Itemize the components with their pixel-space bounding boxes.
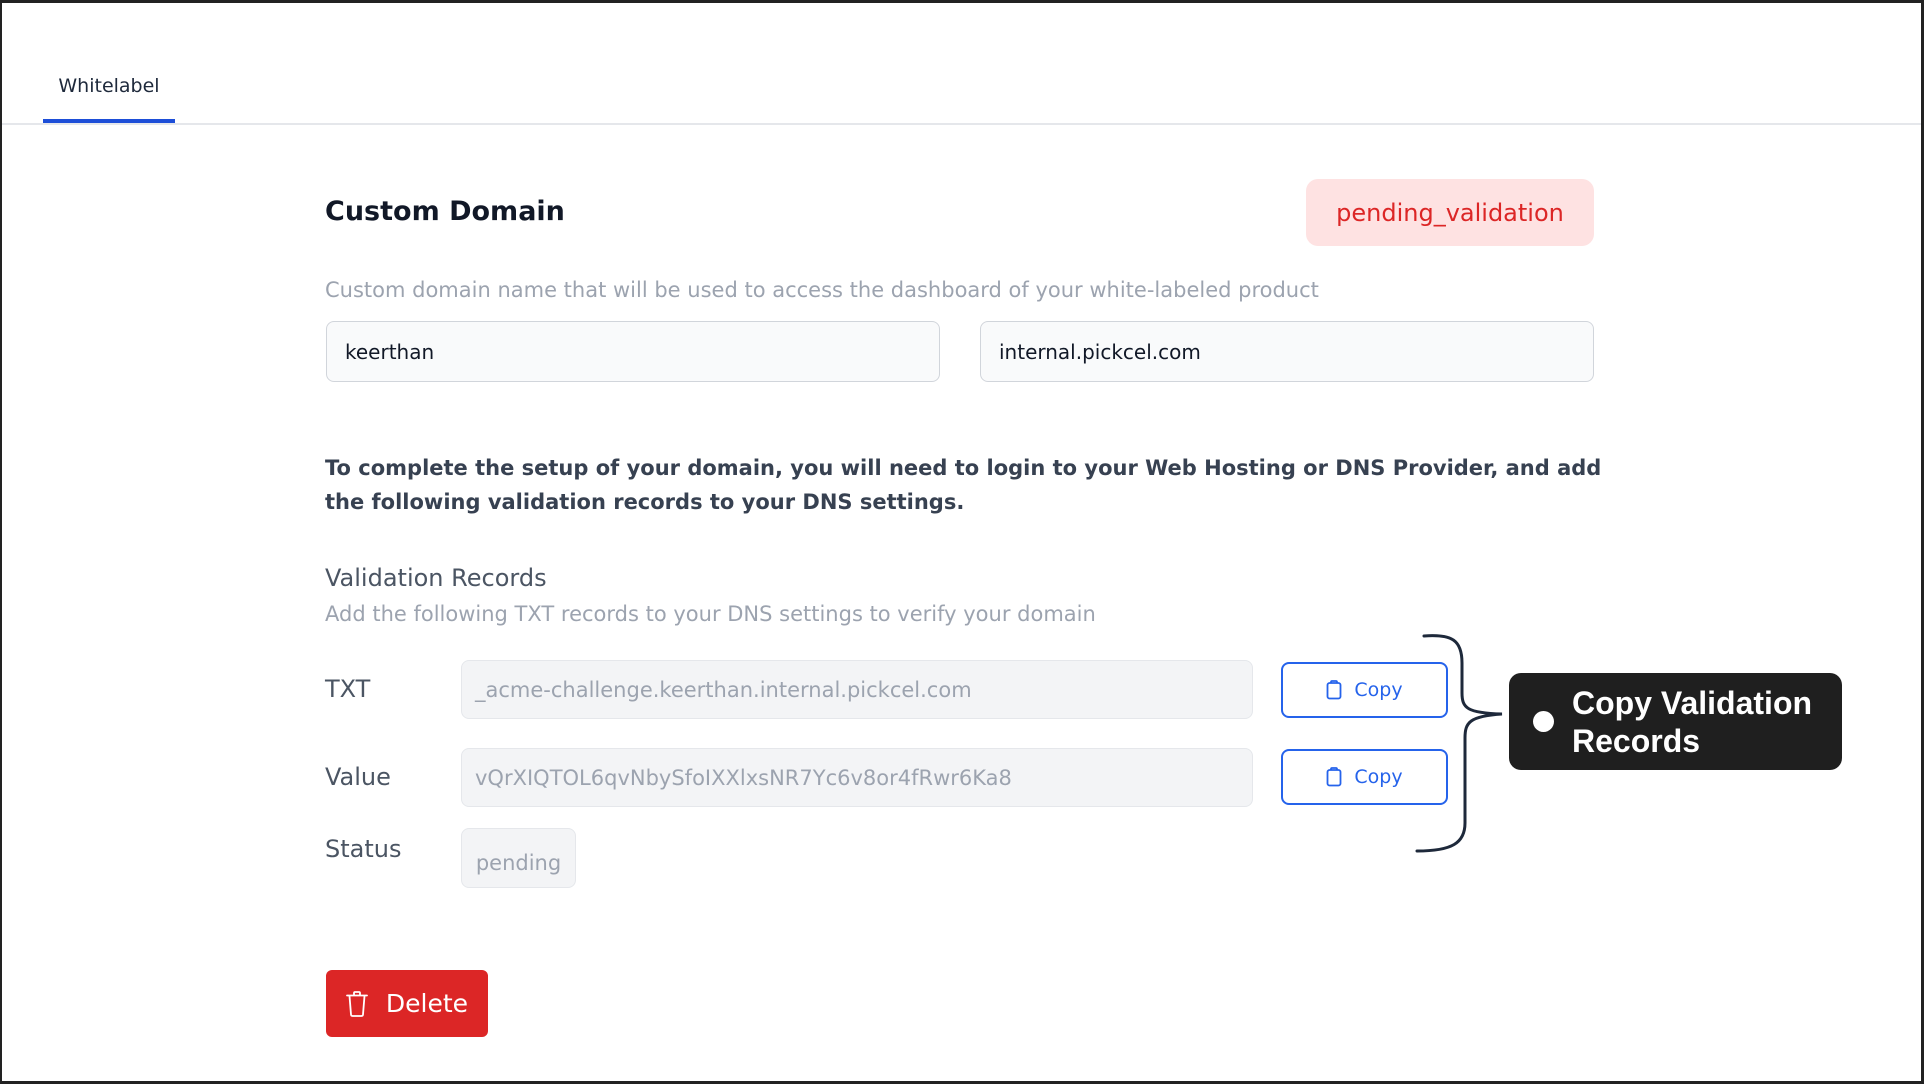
domain-helper-text: Custom domain name that will be used to … <box>325 278 1319 302</box>
bullet-dot-icon <box>1533 711 1554 732</box>
delete-button[interactable]: Delete <box>326 970 488 1037</box>
record-status-field: pending <box>461 828 576 888</box>
trash-icon <box>346 990 368 1017</box>
annotation-callout: Copy Validation Records <box>1509 673 1842 770</box>
txt-record-value: _acme-challenge.keerthan.internal.pickce… <box>475 677 972 702</box>
section-title: Custom Domain <box>325 196 565 227</box>
status-badge-text: pending_validation <box>1336 198 1564 227</box>
value-record-field[interactable]: vQrXIQTOL6qvNbySfoIXXlxsNR7Yc6v8or4fRwr6… <box>461 748 1253 807</box>
clipboard-icon <box>1326 680 1342 700</box>
domain-input[interactable]: internal.pickcel.com <box>980 321 1594 382</box>
tab-whitelabel[interactable]: Whitelabel <box>43 75 175 123</box>
txt-record-field[interactable]: _acme-challenge.keerthan.internal.pickce… <box>461 660 1253 719</box>
setup-instructions: To complete the setup of your domain, yo… <box>325 456 1602 514</box>
value-label: Value <box>325 763 391 791</box>
record-status-value: pending <box>475 851 562 875</box>
subdomain-input-value: keerthan <box>345 339 435 364</box>
tab-label: Whitelabel <box>58 75 160 97</box>
validation-records-title: Validation Records <box>325 564 547 592</box>
subdomain-input[interactable]: keerthan <box>326 321 940 382</box>
copy-txt-label: Copy <box>1354 679 1403 701</box>
delete-label: Delete <box>385 989 469 1018</box>
clipboard-icon <box>1326 767 1342 787</box>
value-record-value: vQrXIQTOL6qvNbySfoIXXlxsNR7Yc6v8or4fRwr6… <box>475 765 1012 790</box>
tab-bar: Whitelabel <box>2 3 1921 125</box>
status-label: Status <box>325 835 402 863</box>
validation-records-subtitle: Add the following TXT records to your DN… <box>325 602 1096 626</box>
annotation-text: Copy Validation Records <box>1572 684 1813 759</box>
txt-label: TXT <box>325 675 371 703</box>
curly-brace-annotation <box>1415 634 1503 853</box>
copy-value-label: Copy <box>1354 766 1403 788</box>
status-badge: pending_validation <box>1306 179 1594 246</box>
app-frame: Whitelabel Custom Domain pending_validat… <box>0 0 1924 1084</box>
domain-input-value: internal.pickcel.com <box>999 339 1201 364</box>
